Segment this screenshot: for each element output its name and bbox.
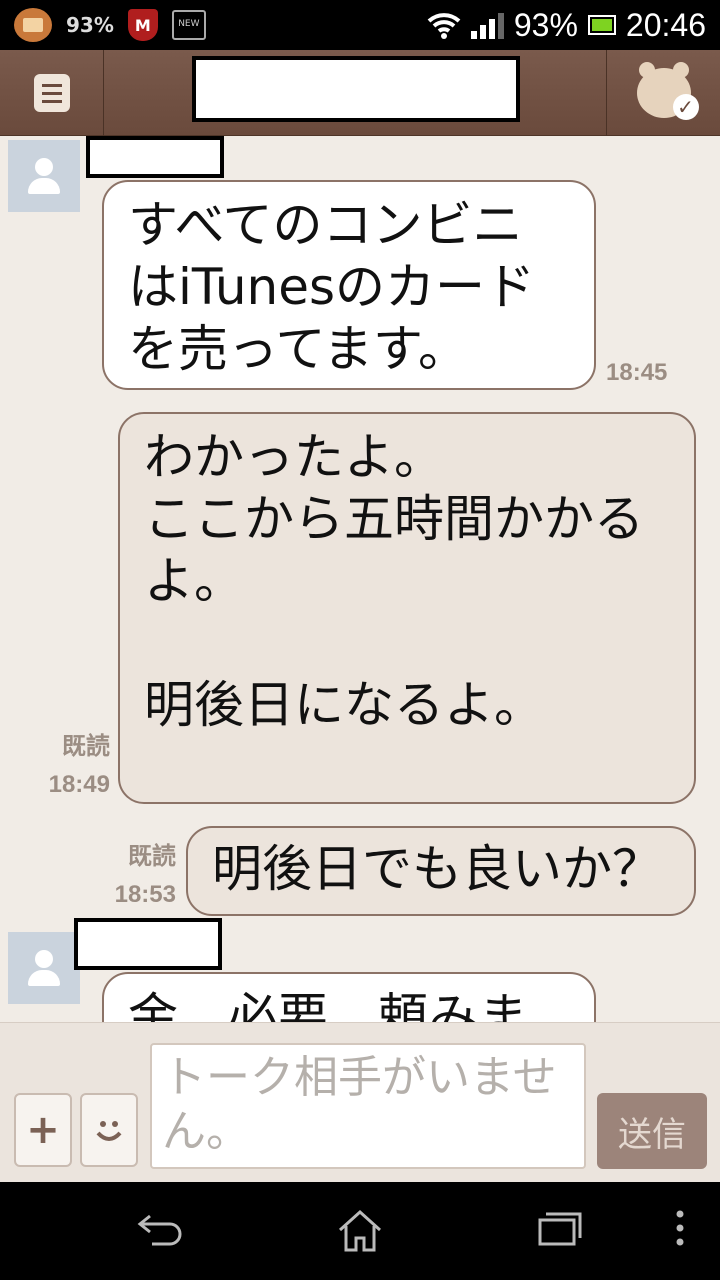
status-bar: 93% M NEW 93% 20:46 <box>0 0 720 50</box>
message-bubble-outgoing[interactable]: 明後日でも良いか？ <box>186 826 696 916</box>
friend-add-button[interactable]: ✓ <box>606 50 720 136</box>
folder-app-icon <box>14 8 52 42</box>
message-bubble-outgoing[interactable]: わかったよ。 ここから五時間かかる よ。 明後日になるよ。 <box>118 412 696 804</box>
battery-notification-text: 93% <box>66 13 114 37</box>
plus-icon: + <box>26 1107 60 1153</box>
menu-button[interactable] <box>0 50 104 136</box>
smile-icon <box>96 1121 122 1141</box>
battery-percent: 93% <box>513 6 578 43</box>
input-bar: + トーク相手がいません。 送信 <box>0 1022 720 1182</box>
home-icon[interactable] <box>336 1208 384 1254</box>
battery-icon <box>587 15 616 35</box>
read-label: 既読 <box>128 843 176 870</box>
navigation-bar <box>0 1182 720 1280</box>
clock: 20:46 <box>625 6 706 43</box>
send-button[interactable]: 送信 <box>597 1093 707 1169</box>
avatar[interactable] <box>8 140 80 212</box>
back-icon[interactable] <box>136 1208 186 1248</box>
new-badge-icon: NEW <box>171 10 206 40</box>
read-label: 既読 <box>62 733 110 760</box>
sender-name-redacted <box>74 918 222 970</box>
chat-header: ✓ <box>0 50 720 136</box>
message-time: 18:49 <box>48 771 110 798</box>
chat-area[interactable]: すべてのコンビニ はiTunesのカード を売ってます。 18:45 わかったよ… <box>0 136 720 1022</box>
check-icon: ✓ <box>672 94 699 120</box>
recent-apps-icon[interactable] <box>536 1208 584 1248</box>
signal-icon <box>470 11 504 39</box>
chat-title-redacted <box>192 56 520 122</box>
plus-button[interactable]: + <box>14 1093 72 1167</box>
message-bubble-incoming[interactable]: すべてのコンビニ はiTunesのカード を売ってます。 <box>102 180 596 390</box>
sender-name-redacted <box>86 136 224 178</box>
wifi-icon <box>427 13 461 39</box>
menu-icon <box>33 74 70 112</box>
message-bubble-incoming[interactable]: 金 必要 頼みま <box>102 972 596 1022</box>
message-time: 18:53 <box>114 881 176 908</box>
overflow-menu-icon[interactable] <box>674 1208 686 1248</box>
message-input[interactable]: トーク相手がいません。 <box>150 1043 586 1169</box>
sticker-button[interactable] <box>80 1093 138 1167</box>
mcafee-icon: M <box>127 9 158 41</box>
avatar[interactable] <box>8 932 80 1004</box>
message-time: 18:45 <box>606 359 668 386</box>
bear-icon: ✓ <box>636 62 699 120</box>
